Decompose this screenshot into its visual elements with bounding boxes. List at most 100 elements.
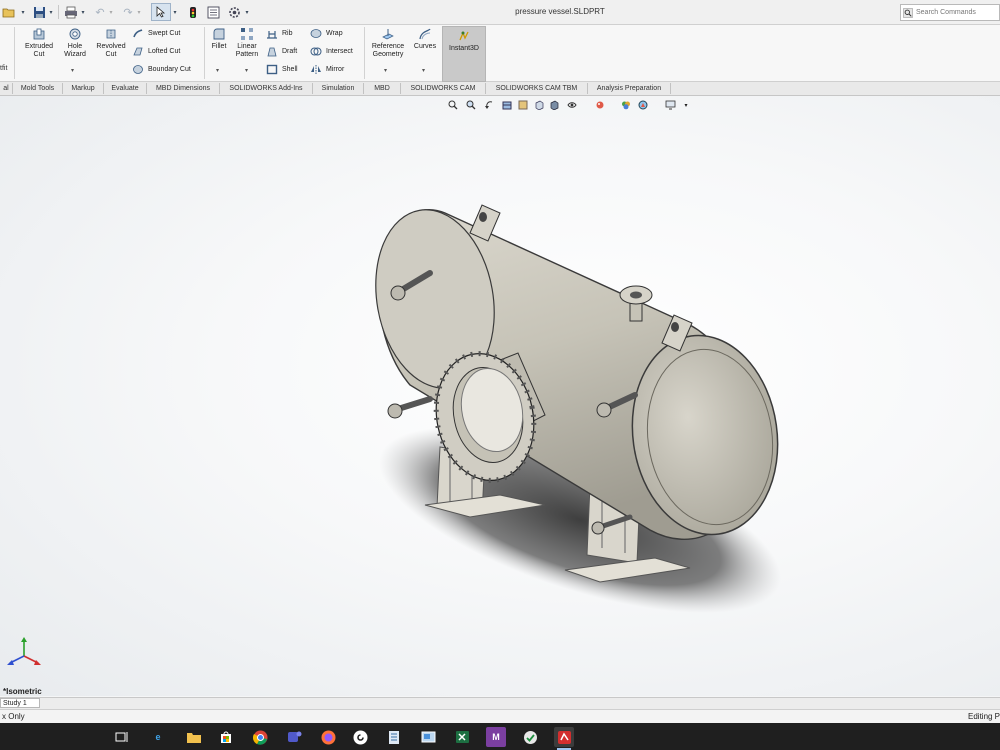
lofted-cut-button[interactable]: Lofted Cut	[132, 46, 180, 57]
boundary-cut-button[interactable]: Boundary Cut	[132, 64, 191, 75]
instant3d-content: Instant3D	[443, 29, 485, 53]
tab-analysis-preparation[interactable]: Analysis Preparation	[588, 83, 671, 94]
task-view-icon[interactable]	[112, 727, 132, 747]
view-orientation-icon[interactable]	[533, 100, 545, 110]
edit-appearance-icon[interactable]	[594, 100, 606, 110]
tab-evaluate[interactable]: Evaluate	[104, 83, 147, 94]
extruded-cut-button[interactable]: Extruded Cut	[20, 27, 58, 59]
reference-geometry-button[interactable]: Reference Geometry	[368, 27, 408, 59]
separator	[14, 27, 15, 79]
chevron-down-icon[interactable]: ▾	[172, 4, 178, 20]
instant3d-button[interactable]: Instant3D	[442, 26, 486, 82]
open-icon[interactable]	[0, 4, 18, 20]
linear-pattern-button[interactable]: Linear Pattern	[232, 27, 262, 59]
onenote-icon[interactable]: M	[486, 727, 506, 747]
options-gear-icon[interactable]	[225, 4, 243, 20]
print-icon[interactable]	[62, 4, 80, 20]
tab-mbd[interactable]: MBD	[364, 83, 401, 94]
hole-wizard-button[interactable]: Hole Wizard	[58, 27, 92, 59]
select-icon[interactable]	[151, 3, 171, 21]
chevron-down-icon[interactable]: ▾	[108, 4, 114, 20]
excel-icon[interactable]	[452, 727, 472, 747]
rebuild-icon[interactable]	[186, 4, 200, 20]
chevron-down-icon[interactable]: ▾	[422, 67, 425, 74]
edge-browser-icon[interactable]: e	[148, 727, 168, 747]
chevron-down-icon[interactable]: ▾	[136, 4, 142, 20]
revolved-cut-button[interactable]: Revolved Cut	[92, 27, 130, 59]
file-explorer-icon[interactable]	[184, 727, 204, 747]
display-pane-icon[interactable]	[664, 100, 676, 110]
swept-cut-button[interactable]: Swept Cut	[132, 28, 180, 39]
firefox-icon[interactable]	[318, 727, 338, 747]
curves-button[interactable]: Curves	[410, 27, 440, 51]
mirror-icon	[311, 65, 321, 74]
chevron-down-icon[interactable]: ▾	[20, 4, 26, 20]
mirror-label: Mirror	[326, 66, 345, 73]
chevron-down-icon[interactable]: ▾	[71, 67, 74, 74]
app-icon[interactable]	[520, 727, 540, 747]
tab-simulation[interactable]: Simulation	[313, 83, 364, 94]
axis-triad-icon	[7, 637, 41, 665]
chevron-down-icon[interactable]: ▾	[80, 4, 86, 20]
tab-markup[interactable]: Markup	[63, 83, 104, 94]
chevron-down-icon[interactable]: ▾	[244, 4, 250, 20]
shell-button[interactable]: Shell	[266, 64, 298, 75]
lofted-cut-icon	[133, 47, 143, 56]
wrap-icon	[310, 29, 322, 38]
chevron-down-icon[interactable]: ▾	[48, 4, 54, 20]
undo-icon[interactable]: ↶	[92, 4, 108, 20]
instant3d-label: Instant3D	[449, 45, 479, 52]
fillet-icon	[213, 28, 225, 40]
tab-features[interactable]: al	[0, 83, 13, 94]
tab-solidworks-add-ins[interactable]: SOLIDWORKS Add-Ins	[220, 83, 313, 94]
tab-study-1[interactable]: Study 1	[0, 698, 40, 708]
github-icon[interactable]	[350, 727, 370, 747]
wrap-label: Wrap	[326, 30, 343, 37]
zoom-to-fit-icon[interactable]	[447, 100, 459, 110]
tab-solidworks-cam-tbm[interactable]: SOLIDWORKS CAM TBM	[486, 83, 588, 94]
chevron-down-icon[interactable]: ▾	[245, 67, 248, 74]
redo-icon[interactable]: ↷	[120, 4, 136, 20]
chevron-down-icon[interactable]: ▾	[216, 67, 219, 74]
wrap-button[interactable]: Wrap	[310, 28, 343, 39]
fillet-button[interactable]: Fillet	[208, 27, 230, 51]
screen-capture-icon[interactable]	[418, 727, 438, 747]
chrome-icon[interactable]	[250, 727, 270, 747]
separator	[58, 5, 59, 19]
tab-mold-tools[interactable]: Mold Tools	[13, 83, 63, 94]
hide-show-items-icon[interactable]	[566, 100, 578, 110]
dynamic-annotation-icon[interactable]	[517, 100, 529, 110]
notepad-icon[interactable]	[384, 727, 404, 747]
intersect-button[interactable]: Intersect	[310, 46, 353, 57]
separator	[204, 27, 205, 79]
ribbon-left-stub[interactable]: tfit	[0, 65, 7, 72]
hole-wizard-icon	[69, 28, 81, 40]
rib-icon	[267, 31, 277, 39]
boundary-cut-label: Boundary Cut	[148, 66, 191, 73]
status-right-text: Editing P	[968, 712, 1000, 721]
draft-button[interactable]: Draft	[266, 46, 297, 57]
store-icon[interactable]	[216, 727, 236, 747]
title-bar: ▾ ▾ ▾ ↶ ▾ ↷ ▾ ▾ ▾ pressure vessel.SLDPRT…	[0, 0, 1000, 25]
pressure-vessel-model[interactable]	[350, 185, 830, 615]
tab-solidworks-cam[interactable]: SOLIDWORKS CAM	[401, 83, 486, 94]
draft-label: Draft	[282, 48, 298, 55]
section-view-icon[interactable]	[501, 100, 513, 110]
shell-icon	[266, 64, 278, 75]
chevron-down-icon[interactable]: ▾	[680, 100, 692, 110]
teams-icon[interactable]	[284, 727, 304, 747]
zoom-area-icon[interactable]	[465, 100, 477, 110]
previous-view-icon[interactable]	[483, 100, 495, 110]
save-icon[interactable]	[30, 4, 48, 20]
display-style-icon[interactable]	[548, 100, 560, 110]
search-input[interactable]: Search Commands	[900, 4, 1000, 21]
file-properties-icon[interactable]	[204, 4, 222, 20]
mirror-button[interactable]: Mirror	[310, 64, 344, 75]
view-settings-icon[interactable]	[637, 100, 649, 110]
bottom-tabs	[0, 697, 1000, 709]
solidworks-icon[interactable]	[554, 727, 574, 750]
rib-button[interactable]: Rib	[266, 28, 293, 39]
chevron-down-icon[interactable]: ▾	[384, 67, 387, 74]
apply-scene-icon[interactable]	[620, 100, 632, 110]
tab-mbd-dimensions[interactable]: MBD Dimensions	[147, 83, 220, 94]
